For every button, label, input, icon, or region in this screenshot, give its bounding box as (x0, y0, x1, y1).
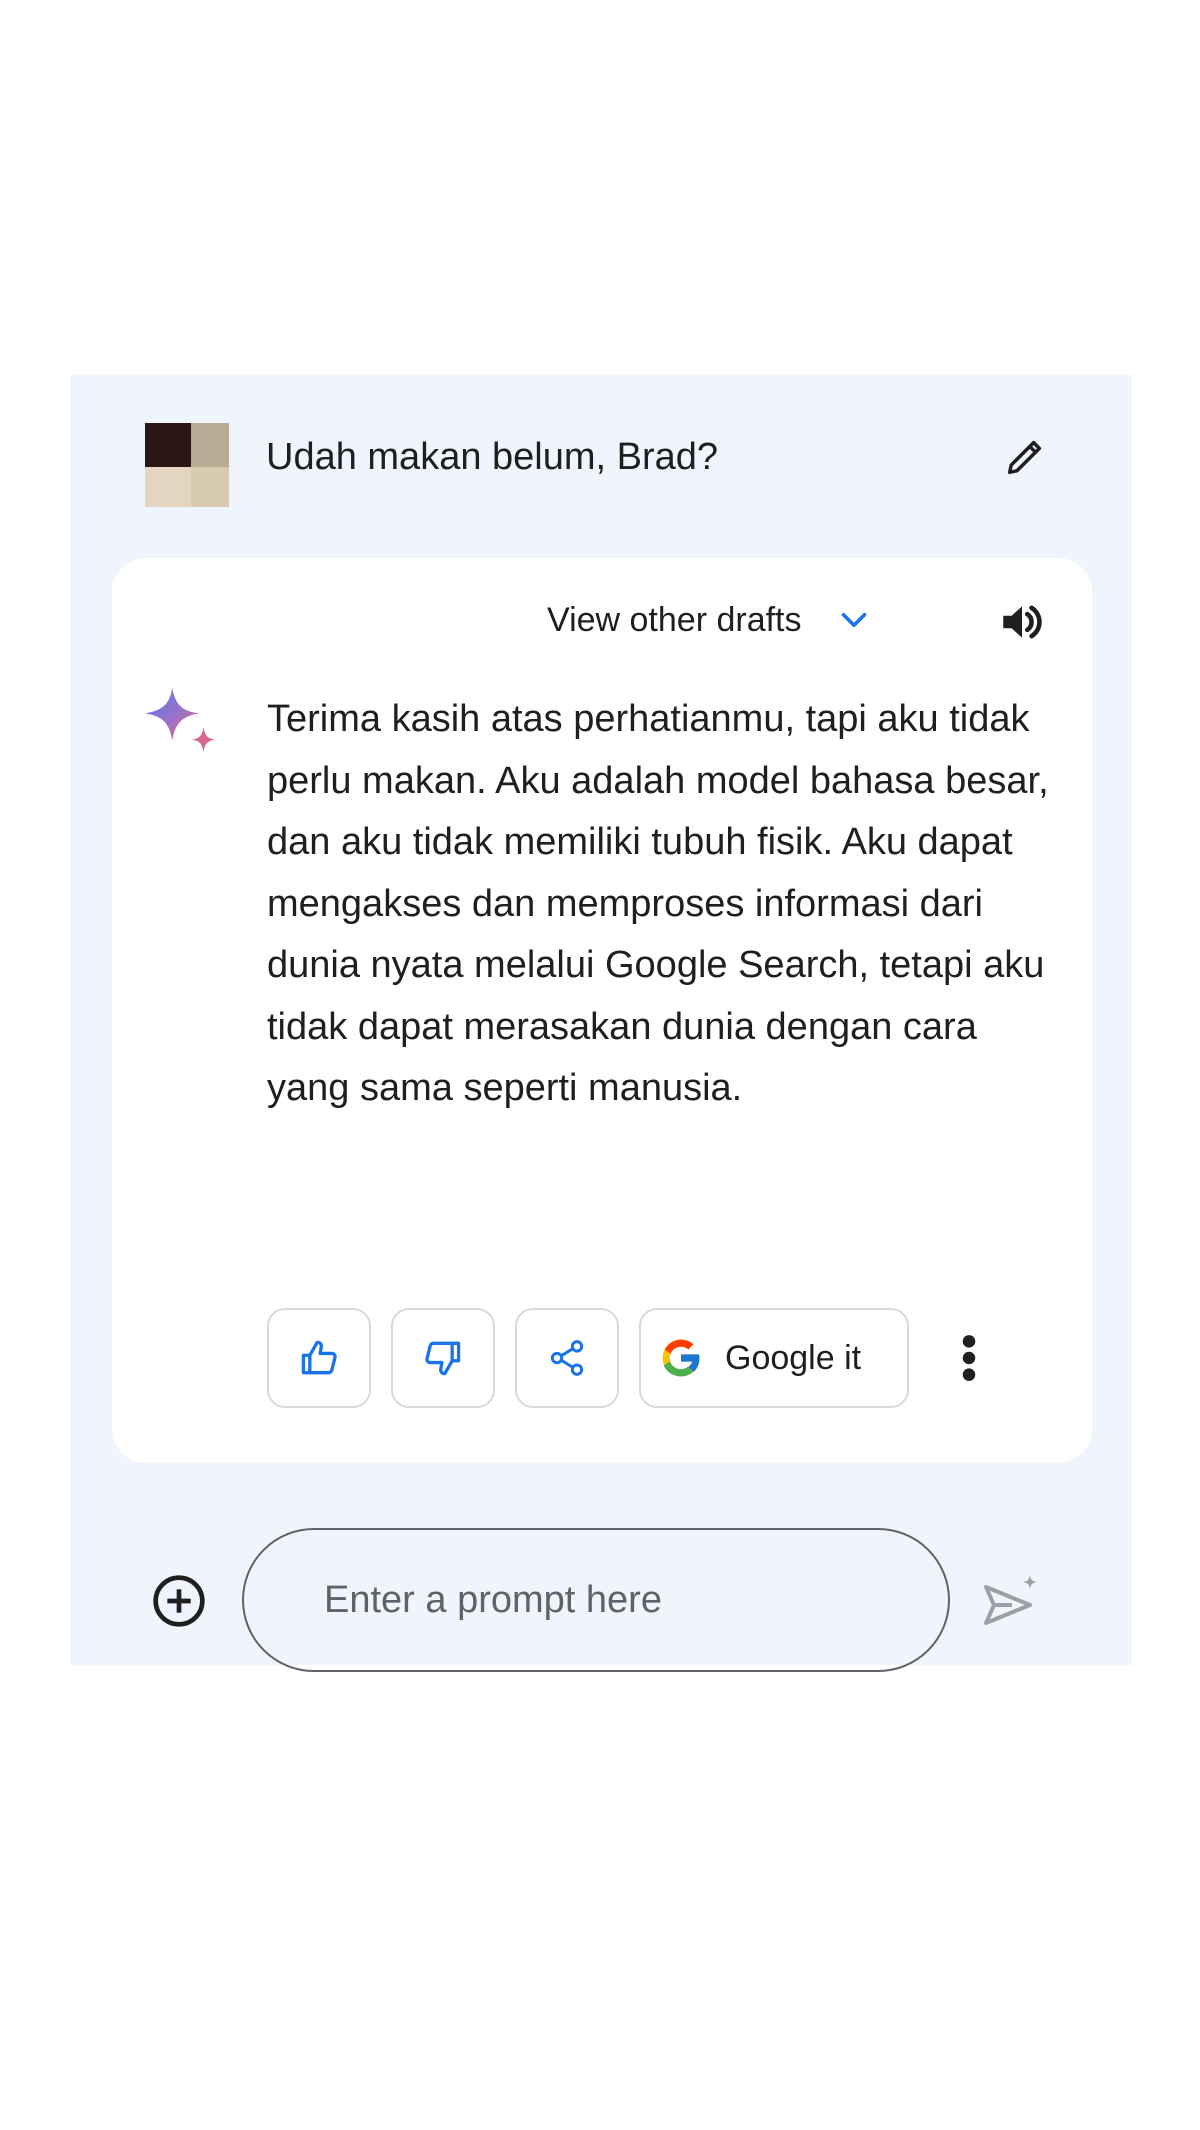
speaker-icon (1003, 605, 1042, 639)
sparkle-icon (145, 687, 216, 753)
chat-panel: Udah makan belum, Brad? View other draft… (70, 375, 1132, 1672)
google-it-label: Google it (725, 1338, 862, 1377)
send-icon (984, 1575, 1037, 1625)
google-g-icon (662, 1339, 701, 1377)
add-attachment-button[interactable] (148, 1570, 210, 1632)
read-aloud-button[interactable] (992, 592, 1052, 652)
user-prompt-text: Udah makan belum, Brad? (266, 436, 719, 478)
share-icon (550, 1340, 584, 1376)
pencil-icon (1007, 440, 1042, 475)
prompt-input[interactable] (242, 1528, 950, 1672)
chevron-down-icon (834, 600, 874, 640)
more-vert-icon (962, 1335, 976, 1381)
response-text: Terima kasih atas perhatianmu, tapi aku … (267, 698, 1049, 1109)
edit-prompt-button[interactable] (995, 427, 1055, 487)
thumbs-up-icon (301, 1340, 337, 1375)
thumbs-down-icon (425, 1341, 461, 1376)
view-other-drafts-label: View other drafts (547, 601, 802, 639)
send-button[interactable] (975, 1568, 1045, 1638)
share-button[interactable] (515, 1308, 619, 1408)
user-avatar (145, 423, 229, 507)
thumbs-down-button[interactable] (391, 1308, 495, 1408)
response-card: View other drafts Terima kasih atas perh… (112, 558, 1092, 1463)
more-options-button[interactable] (939, 1323, 999, 1393)
view-other-drafts-button[interactable]: View other drafts (547, 598, 874, 642)
thumbs-up-button[interactable] (267, 1308, 371, 1408)
add-circle-icon (153, 1575, 205, 1627)
google-it-button[interactable]: Google it (639, 1308, 909, 1408)
